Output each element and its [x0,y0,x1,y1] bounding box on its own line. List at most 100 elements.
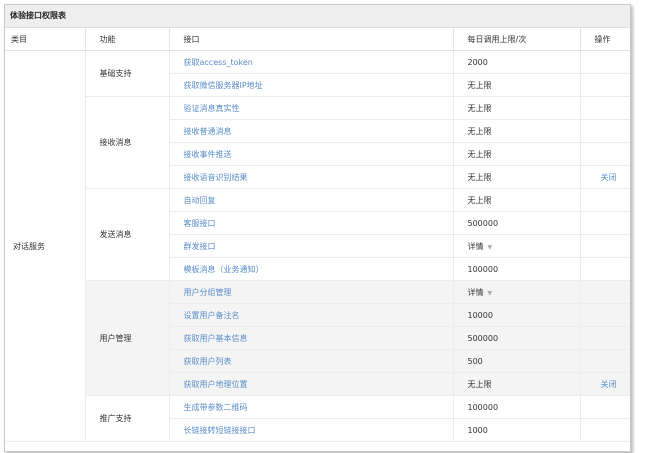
api-cell: 获取access_token [169,50,454,74]
limit-value: 10000 [467,310,493,320]
api-link[interactable]: 长链接转短链接接口 [184,426,256,435]
api-cell: 设置用户备注名 [169,303,454,327]
api-link[interactable]: 接收语音识别结果 [184,173,248,182]
table-row: 推广支持 生成带参数二维码 100000 [5,395,630,442]
column-header-api: 接口 [169,28,454,51]
api-cell: 模板消息（业务通知） [169,257,454,281]
api-link[interactable]: 自动回复 [184,196,216,205]
daily-limit-cell: 500000 [453,211,581,235]
api-cell: 接收事件推送 [169,142,454,166]
operation-cell [580,119,630,143]
details-dropdown[interactable]: 详情 [468,242,484,251]
api-cell: 自动回复 [169,188,454,212]
table-row: 用户管理 用户分组管理 详情 ▼ [5,280,630,396]
daily-limit-cell: 无上限 [453,96,581,120]
limit-value: 1000 [467,425,488,435]
table-row: 接收消息 验证消息真实性 无上限 [5,96,630,189]
api-link[interactable]: 模板消息（业务通知） [184,265,264,274]
daily-limit-cell: 100000 [453,257,581,281]
operation-cell [580,73,630,97]
operation-cell [580,211,630,235]
limit-value: 无上限 [467,379,492,389]
operation-cell [580,280,630,304]
operation-cell [580,188,630,212]
api-cell: 群发接口 [169,234,454,258]
api-link[interactable]: 生成带参数二维码 [184,403,248,412]
daily-limit-cell: 100000 [453,395,581,419]
operation-cell [580,234,630,258]
api-link[interactable]: 接收普通消息 [184,127,232,136]
close-link[interactable]: 关闭 [589,173,617,182]
api-link[interactable]: 获取微信服务器IP地址 [184,81,263,90]
api-cell: 获取用户地理位置 [169,372,454,396]
api-cell: 接收语音识别结果 [169,165,454,189]
function-group-cell: 推广支持 [85,395,170,442]
details-dropdown[interactable]: 详情 [468,288,484,297]
daily-limit-cell: 1000 [453,418,581,442]
function-group-cell: 基础支持 [85,50,170,97]
operation-cell [580,326,630,350]
limit-value: 2000 [467,57,488,67]
api-cell: 验证消息真实性 [169,96,454,120]
operation-cell [580,96,630,120]
api-link[interactable]: 用户分组管理 [184,288,232,297]
column-header-daily-limit: 每日调用上限/次 [453,28,581,51]
api-cell: 生成带参数二维码 [169,395,454,419]
function-group-cell: 用户管理 [85,280,170,396]
limit-value: 500000 [467,218,499,228]
daily-limit-cell: 无上限 [453,372,581,396]
table-row: 对话服务 基础支持 获取access_token 2000 [5,50,630,442]
daily-limit-cell: 2000 [453,50,581,74]
operation-cell [580,303,630,327]
limit-value: 无上限 [467,80,492,90]
api-cell: 长链接转短链接接口 [169,418,454,442]
daily-limit-cell: 无上限 [453,119,581,143]
api-link[interactable]: 获取用户基本信息 [184,334,248,343]
operation-cell [580,349,630,373]
operation-cell [580,142,630,166]
daily-limit-cell: 无上限 [453,142,581,166]
limit-value: 无上限 [467,172,492,182]
limit-value: 100000 [467,264,499,274]
close-link[interactable]: 关闭 [589,380,617,389]
daily-limit-cell[interactable]: 详情 ▼ [453,280,581,304]
table-header-row: 类目 功能 接口 每日调用上限/次 操作 [5,28,630,51]
limit-value: 无上限 [467,103,492,113]
api-link[interactable]: 获取用户列表 [184,357,232,366]
api-cell: 客服接口 [169,211,454,235]
api-cell: 获取微信服务器IP地址 [169,73,454,97]
operation-cell [580,50,630,74]
api-link[interactable]: 设置用户备注名 [184,311,240,320]
chevron-down-icon[interactable]: ▼ [488,244,493,251]
api-link[interactable]: 获取用户地理位置 [184,380,248,389]
function-group-cell: 接收消息 [85,96,170,189]
api-cell: 接收普通消息 [169,119,454,143]
limit-value: 无上限 [467,195,492,205]
chevron-down-icon[interactable]: ▼ [488,290,493,297]
limit-value: 500000 [467,333,499,343]
api-cell: 获取用户基本信息 [169,326,454,350]
daily-limit-cell: 无上限 [453,73,581,97]
permission-panel: 体验接口权限表 类目 功能 接口 每日调用上限/次 操作 对话服务 基础支持 获取a… [4,4,631,452]
daily-limit-cell: 10000 [453,303,581,327]
operation-cell: 关闭 [580,165,630,189]
function-group-cell: 发送消息 [85,188,170,281]
operation-cell [580,418,630,442]
daily-limit-cell: 无上限 [453,188,581,212]
panel-title: 体验接口权限表 [5,5,630,28]
daily-limit-cell: 500000 [453,326,581,350]
api-link[interactable]: 验证消息真实性 [184,104,240,113]
limit-value: 无上限 [467,126,492,136]
operation-cell [580,395,630,419]
api-link[interactable]: 接收事件推送 [184,150,232,159]
column-header-function: 功能 [85,28,170,51]
limit-value: 500 [467,356,483,366]
operation-cell [580,257,630,281]
api-cell: 获取用户列表 [169,349,454,373]
api-link[interactable]: 客服接口 [184,219,216,228]
api-cell: 用户分组管理 [169,280,454,304]
daily-limit-cell[interactable]: 详情 ▼ [453,234,581,258]
daily-limit-cell: 无上限 [453,165,581,189]
api-link[interactable]: 群发接口 [184,242,216,251]
api-link[interactable]: 获取access_token [184,58,253,67]
